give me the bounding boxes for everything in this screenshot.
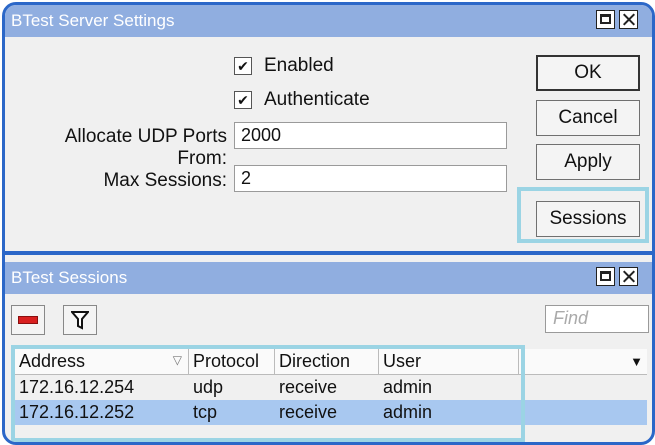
authenticate-checkbox-row[interactable]: ✔ Authenticate xyxy=(234,89,370,111)
max-sessions-input[interactable]: 2 xyxy=(234,165,507,192)
table-highlight xyxy=(11,345,525,442)
authenticate-checkbox[interactable]: ✔ xyxy=(234,91,252,109)
find-input[interactable]: Find xyxy=(545,305,649,333)
authenticate-label: Authenticate xyxy=(264,89,370,110)
maximize-icon[interactable] xyxy=(596,10,615,29)
filter-button[interactable] xyxy=(63,305,97,335)
remove-button[interactable] xyxy=(11,305,45,335)
ok-button[interactable]: OK xyxy=(536,55,640,91)
cancel-button[interactable]: Cancel xyxy=(536,100,640,136)
sessions-titlebar: BTest Sessions xyxy=(5,262,652,294)
window-divider xyxy=(5,251,652,255)
sessions-title: BTest Sessions xyxy=(11,268,128,287)
enabled-checkbox[interactable]: ✔ xyxy=(234,57,252,75)
sessions-highlight xyxy=(517,187,649,243)
settings-titlebar: BTest Server Settings xyxy=(5,5,652,37)
close-icon[interactable] xyxy=(619,267,638,286)
app-frame: BTest Server Settings ✔ Enabled ✔ Authen… xyxy=(2,2,655,445)
filter-icon xyxy=(71,311,89,330)
max-sessions-label: Max Sessions: xyxy=(103,170,227,191)
maximize-icon[interactable] xyxy=(596,267,615,286)
settings-title: BTest Server Settings xyxy=(11,11,175,30)
minus-icon xyxy=(18,316,38,324)
column-menu[interactable]: ▼ xyxy=(519,349,647,374)
enabled-label: Enabled xyxy=(264,55,334,76)
enabled-checkbox-row[interactable]: ✔ Enabled xyxy=(234,55,334,77)
chevron-down-icon[interactable]: ▼ xyxy=(630,354,643,369)
close-icon[interactable] xyxy=(619,10,638,29)
udp-ports-input[interactable]: 2000 xyxy=(234,122,507,149)
udp-ports-label: Allocate UDP Ports From: xyxy=(64,126,227,169)
apply-button[interactable]: Apply xyxy=(536,144,640,180)
